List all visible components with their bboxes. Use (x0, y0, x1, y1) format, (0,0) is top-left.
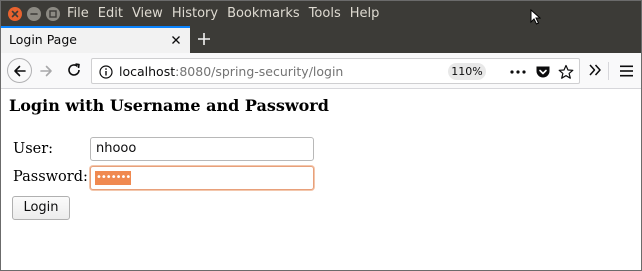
hamburger-menu-icon[interactable] (620, 65, 633, 77)
menu-file[interactable]: File (67, 5, 89, 22)
page-content: Login with Username and Password User: n… (1, 90, 641, 270)
close-icon (11, 10, 19, 18)
menu-bookmarks[interactable]: Bookmarks (227, 5, 300, 22)
site-info-icon[interactable] (99, 65, 113, 79)
zoom-level-badge[interactable]: 110% (448, 63, 486, 80)
url-host: localhost (119, 64, 176, 79)
menu-help[interactable]: Help (350, 5, 380, 22)
window-minimize-button[interactable] (27, 7, 41, 21)
password-input[interactable]: ••••••• (90, 166, 314, 190)
tab-login-page[interactable]: Login Page (1, 26, 190, 53)
pocket-icon[interactable] (535, 65, 551, 80)
tab-close-icon[interactable] (169, 33, 183, 47)
menu-tools[interactable]: Tools (309, 5, 341, 22)
overflow-chevrons-icon[interactable] (588, 64, 602, 76)
menu-items: File Edit View History Bookmarks Tools H… (67, 5, 388, 22)
login-button[interactable]: Login (12, 196, 70, 220)
menu-bar: File Edit View History Bookmarks Tools H… (1, 1, 641, 26)
mouse-cursor-icon (530, 9, 541, 25)
tab-strip: Login Page (1, 26, 641, 53)
menu-history[interactable]: History (172, 5, 218, 22)
url-bar[interactable]: localhost:8080/spring-security/login 110… (91, 58, 580, 84)
user-label: User: (13, 141, 54, 157)
window-close-button[interactable] (8, 7, 22, 21)
bookmark-star-icon[interactable] (558, 64, 574, 80)
toolbar-separator (608, 62, 609, 80)
browser-window: File Edit View History Bookmarks Tools H… (0, 0, 642, 271)
minimize-icon (30, 13, 38, 15)
back-button[interactable] (7, 58, 32, 83)
maximize-icon (49, 10, 57, 18)
new-tab-icon[interactable] (195, 30, 213, 48)
url-text: localhost:8080/spring-security/login (119, 64, 343, 79)
forward-arrow-icon[interactable] (38, 63, 54, 79)
back-arrow-icon (14, 65, 26, 77)
reload-icon[interactable] (66, 62, 82, 78)
navigation-toolbar: localhost:8080/spring-security/login 110… (1, 53, 641, 89)
tab-title: Login Page (9, 32, 77, 47)
page-actions-icon[interactable] (510, 70, 526, 74)
page-title: Login with Username and Password (9, 96, 329, 115)
menu-view[interactable]: View (132, 5, 163, 22)
menu-edit[interactable]: Edit (98, 5, 123, 22)
password-label: Password: (13, 169, 88, 185)
url-path: :8080/spring-security/login (175, 64, 344, 79)
window-maximize-button[interactable] (46, 7, 60, 21)
username-input[interactable]: nhooo (90, 137, 314, 161)
password-mask: ••••••• (95, 171, 131, 185)
